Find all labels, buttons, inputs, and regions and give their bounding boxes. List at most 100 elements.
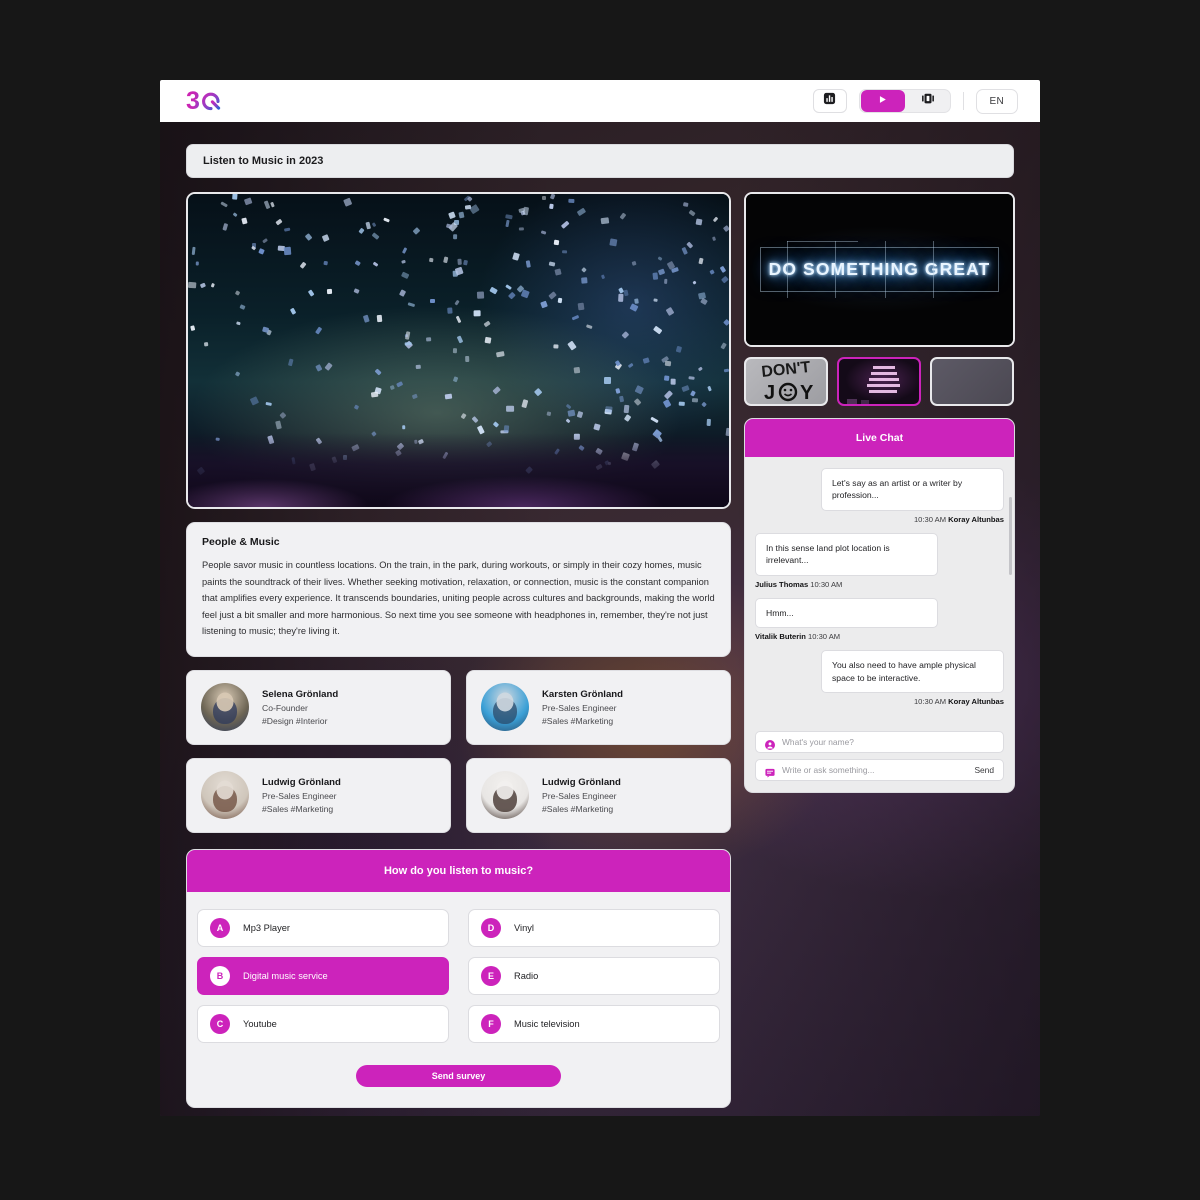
svg-text:Y: Y	[800, 382, 814, 404]
neon-frame-segment	[786, 241, 859, 242]
thumbnail-neon-selected[interactable]	[837, 357, 921, 406]
option-key: B	[210, 965, 230, 986]
survey-option-f[interactable]: F Music television	[468, 1004, 720, 1043]
person-name: Karsten Grönland	[542, 688, 624, 700]
article-body: People savor music in countless location…	[202, 560, 715, 637]
avatar	[481, 771, 529, 820]
page-content: Listen to Music in 2023 People & Music P…	[160, 122, 1040, 1116]
option-key: D	[481, 917, 501, 938]
person-tags: #Sales #Marketing	[542, 803, 614, 814]
language-button[interactable]: EN	[975, 88, 1018, 114]
chat-message-meta: Vitalik Buterin 10:30 AM	[755, 632, 841, 642]
topbar-controls: EN	[812, 88, 1018, 114]
chat-message: Hmm... Vitalik Buterin 10:30 AM	[755, 597, 1004, 642]
name-input-row[interactable]: What's your name?	[755, 731, 1004, 754]
send-message-button[interactable]: Send	[974, 765, 994, 775]
chat-message-meta: 10:30 AM Koray Altunbas	[913, 697, 1004, 707]
person-info: Selena Grönland Co-Founder #Design #Interi…	[262, 689, 338, 726]
chat-messages: Let's say as an artist or a writer by pr…	[745, 457, 1014, 721]
person-card[interactable]: Selena Grönland Co-Founder #Design #Interi…	[186, 669, 451, 745]
person-card[interactable]: Ludwig Grönland Pre-Sales Engineer #Sales …	[186, 757, 451, 833]
survey-option-e[interactable]: E Radio	[468, 956, 720, 995]
app-logo[interactable]: 3	[186, 86, 222, 115]
chat-message: Let's say as an artist or a writer by pr…	[755, 468, 1004, 524]
survey-option-b[interactable]: B Digital music service	[197, 956, 449, 995]
chat-message-meta: 10:30 AM Koray Altunbas	[913, 514, 1004, 524]
chat-input-area: What's your name? Write or ask something…	[745, 721, 1014, 792]
play-icon	[877, 92, 888, 110]
person-role: Pre-Sales Engineer	[262, 790, 337, 801]
chat-scrollbar[interactable]	[1009, 497, 1012, 575]
person-card[interactable]: Ludwig Grönland Pre-Sales Engineer #Sales …	[466, 757, 731, 833]
avatar	[201, 683, 249, 732]
hero-crowd	[188, 433, 729, 507]
two-column-layout: People & Music People savor music in cou…	[186, 192, 1015, 1108]
stats-icon	[823, 92, 836, 110]
page-title: Listen to Music in 2023	[186, 144, 1014, 178]
name-input-placeholder: What's your name?	[782, 737, 854, 748]
option-label: Mp3 Player	[243, 922, 291, 933]
message-input-row[interactable]: Write or ask something... Send	[755, 759, 1004, 782]
survey-option-c[interactable]: C Youtube	[197, 1004, 449, 1043]
person-name: Selena Grönland	[262, 688, 339, 700]
survey-option-a[interactable]: A Mp3 Player	[197, 908, 449, 947]
chat-message-text: Hmm...	[755, 597, 938, 629]
person-info: Ludwig Grönland Pre-Sales Engineer #Sales …	[542, 777, 621, 814]
neon-frame-bar	[786, 241, 788, 298]
logo-q-icon	[200, 89, 222, 113]
svg-text:J: J	[764, 382, 775, 404]
person-tags: #Design #Interior	[262, 715, 328, 726]
person-name: Ludwig Grönland	[262, 776, 341, 788]
option-label: Vinyl	[514, 922, 534, 933]
neon-text: DO SOMETHING GREAT	[768, 259, 991, 279]
article-heading: People & Music	[202, 536, 280, 548]
option-key: A	[210, 917, 230, 938]
app-window: 3 EN Listen to Music in 2023 People & Mu…	[160, 80, 1040, 1116]
avatar	[481, 683, 529, 732]
chat-message-text: In this sense land plot location is irre…	[755, 532, 938, 576]
thumbnail-joy[interactable]: DON'T J Y	[744, 357, 828, 406]
option-label: Digital music service	[243, 970, 328, 981]
survey-body: A Mp3 Player D Vinyl B Digital music service E…	[187, 892, 730, 1107]
survey-option-d[interactable]: D Vinyl	[468, 908, 720, 947]
send-survey-button[interactable]: Send survey	[356, 1064, 561, 1087]
chat-message-list: Let's say as an artist or a writer by pr…	[755, 468, 1004, 706]
person-role: Co-Founder	[262, 702, 308, 713]
stats-button[interactable]	[812, 89, 847, 113]
neon-frame-bar	[932, 241, 934, 298]
survey-options: A Mp3 Player D Vinyl B Digital music service E…	[197, 908, 720, 1043]
chat-message-meta: Julius Thomas 10:30 AM	[755, 579, 843, 589]
person-tags: #Sales #Marketing	[542, 715, 614, 726]
media-mode-switch	[858, 89, 951, 113]
user-icon	[765, 737, 775, 751]
play-button[interactable]	[860, 90, 905, 112]
chat-message-text: Let's say as an artist or a writer by pr…	[821, 468, 1004, 511]
thumbnail-empty[interactable]	[930, 357, 1014, 406]
avatar	[201, 771, 249, 820]
video-player[interactable]: DO SOMETHING GREAT	[744, 192, 1015, 347]
option-label: Youtube	[243, 1018, 277, 1029]
neon-sign-image: DO SOMETHING GREAT	[746, 194, 1013, 345]
survey-card: How do you listen to music? A Mp3 Player D…	[186, 848, 731, 1108]
option-key: C	[210, 1013, 230, 1034]
person-name: Ludwig Grönland	[542, 776, 621, 788]
side-column: DO SOMETHING GREAT DON'T J Y Live Chat L…	[744, 192, 1015, 1108]
chat-message: In this sense land plot location is irre…	[755, 532, 1004, 589]
survey-submit-row: Send survey	[197, 1064, 720, 1087]
live-chat-title: Live Chat	[745, 419, 1014, 457]
option-label: Radio	[514, 970, 539, 981]
person-info: Ludwig Grönland Pre-Sales Engineer #Sales …	[262, 777, 341, 814]
neon-frame-bar	[884, 241, 886, 298]
people-list: Selena Grönland Co-Founder #Design #Interi…	[186, 669, 731, 833]
logo-text: 3	[186, 86, 200, 115]
neon-frame-bar	[834, 241, 836, 298]
main-column: People & Music People savor music in cou…	[186, 192, 731, 1108]
survey-question: How do you listen to music?	[187, 849, 730, 892]
person-info: Karsten Grönland Pre-Sales Engineer #Sales…	[542, 689, 623, 726]
article-card: People & Music People savor music in cou…	[186, 522, 731, 657]
video-thumbnails: DON'T J Y	[744, 357, 1015, 406]
video-button[interactable]	[906, 90, 950, 112]
person-card[interactable]: Karsten Grönland Pre-Sales Engineer #Sales…	[466, 669, 731, 745]
person-tags: #Sales #Marketing	[262, 803, 334, 814]
option-key: F	[481, 1013, 501, 1034]
